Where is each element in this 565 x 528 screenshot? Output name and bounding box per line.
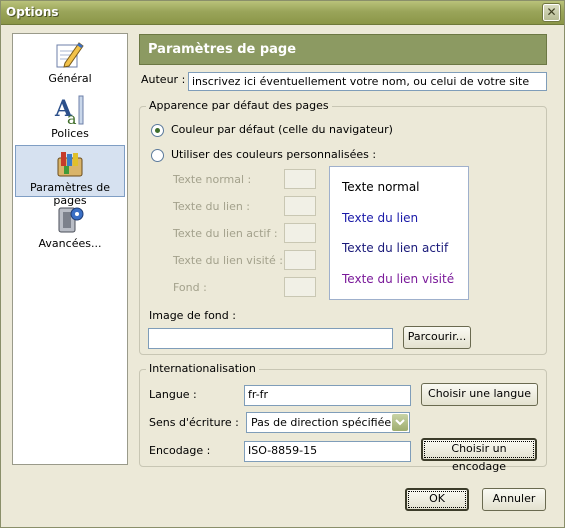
language-label: Langue :: [149, 388, 197, 401]
link-color-button[interactable]: [284, 196, 316, 216]
custom-color-label: Utiliser des couleurs personnalisées :: [171, 148, 377, 161]
bg-image-label: Image de fond :: [149, 309, 236, 322]
direction-selected-value: Pas de direction spécifiée: [251, 416, 392, 429]
author-input[interactable]: inscrivez ici éventuellement votre nom, …: [188, 72, 547, 91]
ok-button[interactable]: OK: [405, 488, 469, 511]
default-color-radio[interactable]: [151, 124, 164, 137]
encoding-input[interactable]: ISO-8859-15: [244, 441, 411, 462]
encoding-label: Encodage :: [149, 444, 211, 457]
browse-button[interactable]: Parcourir...: [403, 326, 471, 349]
advanced-gear-icon: [58, 207, 84, 233]
preview-normal-text: Texte normal: [342, 180, 420, 194]
sidebar-item-advanced[interactable]: Avancées...: [15, 202, 125, 254]
author-label: Auteur :: [141, 73, 186, 86]
default-color-label: Couleur par défaut (celle du navigateur): [171, 123, 393, 136]
sidebar-item-label: Avancées...: [38, 237, 102, 250]
choose-encoding-button[interactable]: Choisir un encodage: [421, 438, 537, 473]
link-color-label: Texte du lien :: [173, 200, 251, 213]
normal-text-color-button[interactable]: [284, 169, 316, 189]
title-bar[interactable]: Options ✕: [1, 1, 564, 25]
sidebar-item-fonts[interactable]: A a Polices: [15, 92, 125, 144]
choose-language-button[interactable]: Choisir une langue: [421, 383, 538, 406]
active-link-color-button[interactable]: [284, 223, 316, 243]
visited-link-color-button[interactable]: [284, 250, 316, 270]
preview-link-text: Texte du lien: [342, 211, 419, 225]
sidebar-item-general[interactable]: Général: [15, 37, 125, 89]
paint-tubes-icon: [57, 152, 83, 177]
font-icon: A a: [54, 95, 84, 126]
direction-select[interactable]: Pas de direction spécifiée: [246, 412, 410, 433]
normal-text-color-label: Texte normal :: [173, 173, 252, 186]
sidebar-item-label: Polices: [51, 127, 89, 140]
preview-visited-link-text: Texte du lien visité: [342, 272, 455, 286]
category-sidebar: Général A a Polices Paramètres de pages: [12, 33, 128, 465]
i18n-legend: Internationalisation: [146, 362, 259, 375]
custom-color-radio[interactable]: [151, 149, 164, 162]
appearance-legend: Apparence par défaut des pages: [146, 99, 332, 112]
visited-link-color-label: Texte du lien visité :: [173, 254, 283, 267]
svg-text:a: a: [67, 109, 77, 126]
close-button[interactable]: ✕: [542, 3, 561, 22]
background-color-button[interactable]: [284, 277, 316, 297]
window-title: Options: [6, 5, 59, 19]
color-preview-box: Texte normal Texte du lien Texte du lien…: [329, 166, 469, 300]
direction-label: Sens d'écriture :: [149, 416, 239, 429]
sidebar-item-page-settings[interactable]: Paramètres de pages: [15, 145, 125, 207]
background-color-label: Fond :: [173, 281, 207, 294]
section-header: Paramètres de page: [139, 34, 547, 65]
bg-image-input[interactable]: [148, 328, 393, 349]
pencil-paper-icon: [56, 42, 84, 68]
preview-active-link-text: Texte du lien actif: [342, 241, 449, 255]
active-link-color-label: Texte du lien actif :: [173, 227, 278, 240]
chevron-down-icon[interactable]: [392, 414, 408, 431]
language-input[interactable]: fr-fr: [244, 385, 411, 406]
cancel-button[interactable]: Annuler: [482, 488, 546, 511]
section-title: Paramètres de page: [148, 42, 297, 57]
options-window: Options ✕ Général A a Polices Paramètres…: [0, 0, 565, 528]
sidebar-item-label: Général: [48, 72, 92, 85]
